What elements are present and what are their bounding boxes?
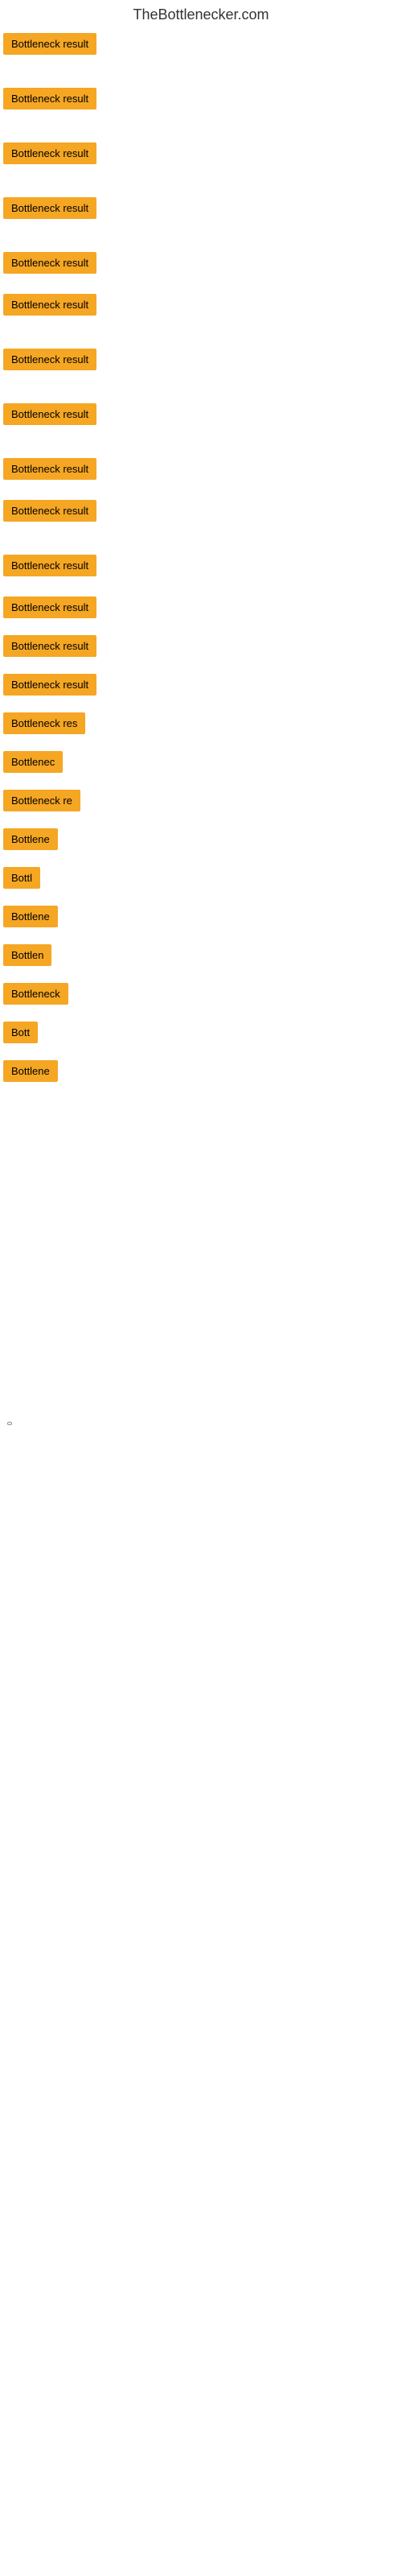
list-item: Bott bbox=[3, 1022, 399, 1047]
bottleneck-badge: Bottleneck result bbox=[3, 635, 96, 657]
bottleneck-badge: Bott bbox=[3, 1022, 38, 1043]
bottleneck-badge: Bottleneck result bbox=[3, 252, 96, 274]
bottleneck-badge: Bottleneck result bbox=[3, 597, 96, 618]
bottleneck-badge: Bottleneck bbox=[3, 983, 68, 1005]
bottleneck-badge: Bottleneck result bbox=[3, 142, 96, 164]
list-item: Bottleneck result bbox=[3, 597, 399, 622]
bottleneck-list: Bottleneck result Bottleneck result Bott… bbox=[0, 33, 402, 1086]
bottleneck-badge: Bottlene bbox=[3, 1060, 58, 1082]
bottleneck-badge: Bottleneck result bbox=[3, 555, 96, 576]
list-item: Bottleneck result bbox=[3, 349, 399, 374]
bottleneck-badge: Bottleneck result bbox=[3, 458, 96, 480]
list-item: Bottleneck res bbox=[3, 712, 399, 738]
list-item: Bottleneck result bbox=[3, 458, 399, 484]
bottom-label-area: 0 bbox=[0, 1414, 402, 1429]
bottleneck-badge: Bottlene bbox=[3, 906, 58, 927]
list-item: Bottlene bbox=[3, 1060, 399, 1086]
bottleneck-badge: Bottleneck result bbox=[3, 500, 96, 522]
bottleneck-badge: Bottleneck result bbox=[3, 294, 96, 316]
list-item: Bottleneck result bbox=[3, 635, 399, 661]
list-item: Bottlen bbox=[3, 944, 399, 970]
bottleneck-badge: Bottleneck result bbox=[3, 33, 96, 55]
bottleneck-badge: Bottleneck result bbox=[3, 197, 96, 219]
list-item: Bottleneck result bbox=[3, 33, 399, 59]
bottleneck-badge: Bottleneck result bbox=[3, 674, 96, 696]
list-item: Bottleneck result bbox=[3, 500, 399, 526]
bottleneck-badge: Bottleneck result bbox=[3, 403, 96, 425]
bottleneck-badge: Bottleneck result bbox=[3, 88, 96, 109]
bottom-label: 0 bbox=[6, 1422, 14, 1425]
list-item: Bottlene bbox=[3, 906, 399, 931]
list-item: Bottleneck result bbox=[3, 197, 399, 223]
bottleneck-badge: Bottlene bbox=[3, 828, 58, 850]
list-item: Bottleneck result bbox=[3, 88, 399, 114]
bottleneck-badge: Bottlen bbox=[3, 944, 51, 966]
bottleneck-badge: Bottl bbox=[3, 867, 40, 889]
site-title: TheBottlenecker.com bbox=[0, 0, 402, 33]
bottleneck-badge: Bottlenec bbox=[3, 751, 63, 773]
page-wrapper: TheBottlenecker.com Bottleneck result Bo… bbox=[0, 0, 402, 1918]
list-item: Bottleneck re bbox=[3, 790, 399, 815]
list-item: Bottleneck result bbox=[3, 555, 399, 580]
list-item: Bottleneck result bbox=[3, 403, 399, 429]
blank-space-2 bbox=[0, 1435, 402, 1918]
list-item: Bottleneck result bbox=[3, 674, 399, 700]
list-item: Bottlene bbox=[3, 828, 399, 854]
bottleneck-badge: Bottleneck re bbox=[3, 790, 80, 811]
bottleneck-badge: Bottleneck res bbox=[3, 712, 85, 734]
list-item: Bottleneck result bbox=[3, 142, 399, 168]
list-item: Bottlenec bbox=[3, 751, 399, 777]
list-item: Bottleneck bbox=[3, 983, 399, 1009]
blank-space bbox=[0, 1092, 402, 1414]
list-item: Bottleneck result bbox=[3, 252, 399, 278]
bottleneck-badge: Bottleneck result bbox=[3, 349, 96, 370]
list-item: Bottleneck result bbox=[3, 294, 399, 320]
list-item: Bottl bbox=[3, 867, 399, 893]
